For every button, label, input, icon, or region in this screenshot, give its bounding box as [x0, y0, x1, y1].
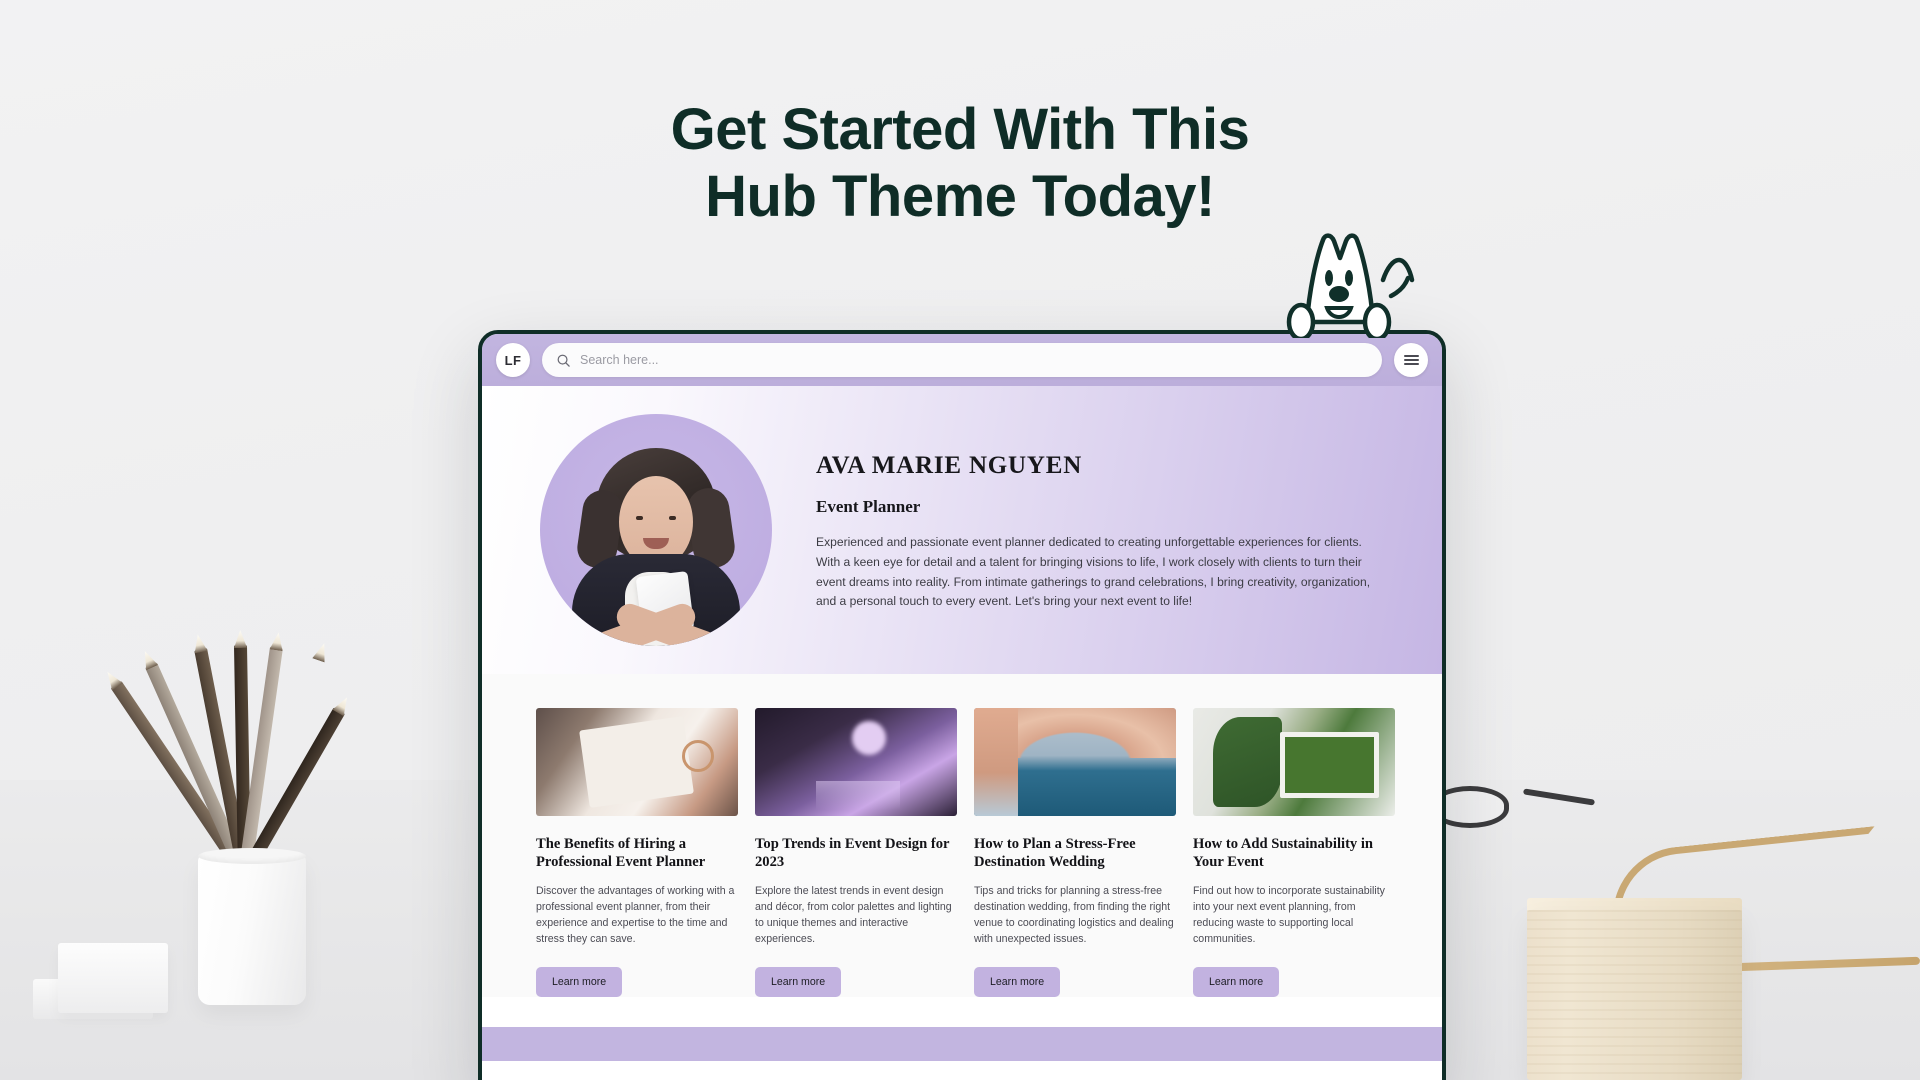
article-card[interactable]: Top Trends in Event Design for 2023 Expl… — [755, 708, 957, 998]
wooden-block-prop — [1527, 910, 1742, 1080]
site-footer-band — [482, 1027, 1442, 1062]
headline-line-1: Get Started With This — [670, 97, 1250, 162]
article-card[interactable]: How to Add Sustainability in Your Event … — [1193, 708, 1395, 998]
article-description: Find out how to incorporate sustainabili… — [1193, 884, 1385, 946]
avatar-eye-right — [669, 516, 676, 520]
learn-more-button[interactable]: Learn more — [755, 967, 842, 998]
search-input[interactable] — [580, 353, 1368, 367]
headline-line-2: Hub Theme Today! — [705, 164, 1215, 230]
rabbit-mascot-icon — [1286, 233, 1415, 338]
avatar-eye-left — [636, 516, 643, 520]
learn-more-button[interactable]: Learn more — [1193, 967, 1280, 998]
article-title: Top Trends in Event Design for 2023 — [755, 836, 950, 871]
article-description: Discover the advantages of working with … — [536, 884, 735, 946]
articles-section: The Benefits of Hiring a Professional Ev… — [482, 674, 1442, 998]
article-thumbnail — [1193, 708, 1395, 816]
avatar — [540, 414, 772, 646]
browser-window-mockup: LF Search here... AVA MARIE NGUYEN Event… — [478, 330, 1446, 1080]
profile-text-block: AVA MARIE NGUYEN Event Planner Experienc… — [816, 448, 1384, 611]
pencil-cup-prop — [33, 525, 368, 1019]
article-description: Tips and tricks for planning a stress-fr… — [974, 884, 1174, 946]
avatar-smile — [643, 538, 669, 549]
learn-more-button[interactable]: Learn more — [974, 967, 1061, 998]
article-thumbnail — [755, 708, 957, 816]
article-title: How to Add Sustainability in Your Event — [1193, 836, 1374, 871]
paper-stack-front — [58, 943, 168, 1013]
article-card[interactable]: How to Plan a Stress-Free Destination We… — [974, 708, 1176, 998]
search-icon — [557, 354, 570, 367]
profile-bio: Experienced and passionate event planner… — [816, 535, 1371, 609]
profile-name: AVA MARIE NGUYEN — [816, 452, 1083, 480]
hamburger-menu-button[interactable] — [1394, 343, 1428, 377]
page-headline: Get Started With This Hub Theme Today! — [0, 96, 1920, 231]
profile-role: Event Planner — [816, 497, 921, 517]
article-description: Explore the latest trends in event desig… — [755, 884, 952, 946]
profile-hero-section: AVA MARIE NGUYEN Event Planner Experienc… — [482, 386, 1442, 674]
site-top-bar: LF — [482, 334, 1442, 386]
hamburger-menu-icon — [1403, 354, 1419, 366]
article-thumbnail — [974, 708, 1176, 816]
article-title: How to Plan a Stress-Free Destination We… — [974, 836, 1136, 871]
article-title: The Benefits of Hiring a Professional Ev… — [536, 836, 706, 871]
search-bar[interactable] — [542, 343, 1382, 377]
learn-more-button[interactable]: Learn more — [536, 967, 623, 998]
article-thumbnail — [536, 708, 738, 816]
pencil-cup — [198, 848, 306, 1005]
article-card[interactable]: The Benefits of Hiring a Professional Ev… — [536, 708, 738, 998]
site-logo[interactable]: LF — [496, 343, 530, 377]
article-card-list: The Benefits of Hiring a Professional Ev… — [536, 708, 1395, 998]
